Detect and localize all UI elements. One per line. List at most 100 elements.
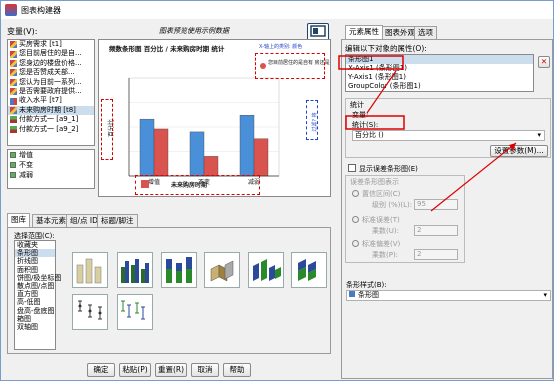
scale-variable-icon — [10, 125, 17, 133]
gallery-panel: 选择范围(C): 收藏夹 条形图 折线图 面积图 饼图/极坐标图 散点图/点图 直方图 高-低… — [7, 227, 331, 354]
variable-item[interactable]: 收入水平 [t7] — [8, 96, 94, 105]
statistics-group-label: 统计 — [350, 101, 364, 109]
gallery-simple-error-bar-thumb[interactable] — [72, 294, 108, 330]
chevron-down-icon: ▾ — [543, 291, 547, 299]
paste-button[interactable]: 粘贴(P) — [119, 363, 151, 377]
variable-label: 是否需要政府提供... — [19, 86, 82, 95]
variable-label: 收入水平 [t7] — [19, 96, 62, 105]
category-item[interactable]: 减弱 — [8, 170, 94, 180]
help-button[interactable]: 帮助 — [223, 363, 251, 377]
category-item[interactable]: 增值 — [8, 150, 94, 160]
legend-drop-title: X-轴上的类别: 颜色 — [259, 43, 302, 50]
nominal-variable-icon — [10, 78, 17, 86]
bar-style-select[interactable]: 条形图 ▾ — [346, 290, 551, 301]
variable-list[interactable]: 买房需求 [t1] 您目前居住的是自... 您身边的楼盘价格... 您是否赞成关部..… — [7, 39, 95, 146]
statistic-value: 百分比 () — [355, 131, 384, 139]
statistic-select[interactable]: 百分比 () ▾ — [352, 130, 545, 141]
tab-options[interactable]: 选项 — [414, 26, 437, 39]
standard-deviation-radio[interactable] — [352, 240, 359, 247]
gallery-category-item[interactable]: 双轴图 — [15, 323, 55, 331]
standard-deviation-label: 标准偏差(V) — [362, 240, 401, 248]
gallery-stacked-bar-thumb[interactable] — [161, 252, 197, 288]
title-bar: 图表构建器 — [1, 1, 553, 19]
gallery-3d-bar-thumb[interactable] — [204, 252, 240, 288]
variable-item[interactable]: 您身边的楼盘价格... — [8, 59, 94, 68]
y-axis-drop-zone-highlight[interactable] — [101, 99, 113, 160]
gallery-3d-stacked-bar-thumb[interactable] — [291, 252, 327, 288]
category-icon — [10, 152, 16, 158]
variable-item[interactable]: 付款方式一 [a9_2] — [8, 125, 94, 134]
chart-builder-window: 图表构建器 变量(V): 图表预览使用示例数据 买房需求 [t1] 您目前居住的是… — [0, 0, 554, 381]
bar — [189, 131, 205, 177]
object-list[interactable]: 条形图1 X-Axis1 (条形图1) Y-Axis1 (条形图1) GroupCol… — [345, 54, 534, 92]
bar-style-icon — [349, 291, 355, 297]
object-list-item[interactable]: 条形图1 — [346, 55, 533, 64]
confidence-interval-label: 置信区间(C) — [362, 190, 401, 198]
category-item[interactable]: 不变 — [8, 160, 94, 170]
bar — [253, 138, 269, 177]
gallery-category-item[interactable]: 盘高-盘底图 — [15, 307, 55, 315]
level-label: 级别 (%)(L): — [372, 201, 413, 209]
variable-item[interactable]: 是否需要政府提供... — [8, 87, 94, 96]
variable-item[interactable]: 您认为目前一系列... — [8, 78, 94, 87]
statistics-group: 统计 变量: 统计(S): 百分比 () ▾ 设置参数(M)... — [345, 98, 551, 158]
multiplier-sd-input[interactable]: 2 — [414, 249, 458, 260]
window-title: 图表构建器 — [21, 5, 61, 15]
object-list-item[interactable]: X-Axis1 (条形图1) — [346, 64, 533, 73]
element-properties-panel: 编辑以下对象的属性(O): 条形图1 X-Axis1 (条形图1) Y-Axis1 … — [341, 39, 553, 379]
reset-button[interactable]: 重置(R) — [155, 363, 187, 377]
gallery-category-item[interactable]: 面积图 — [15, 266, 55, 274]
legend-drop-zone-highlight[interactable] — [255, 53, 325, 79]
variable-item[interactable]: 您是否赞成关部... — [8, 68, 94, 77]
gallery-clustered-error-bar-thumb[interactable] — [117, 294, 153, 330]
object-list-item[interactable]: Y-Axis1 (条形图1) — [346, 73, 533, 82]
nominal-variable-icon — [10, 50, 17, 58]
variable-item[interactable]: 未来购房时期 [t8] — [8, 105, 94, 116]
delete-icon[interactable]: ✕ — [538, 56, 550, 68]
level-input[interactable]: 95 — [414, 199, 458, 210]
chart-builder-app-icon — [5, 4, 17, 16]
gallery-3d-clustered-bar-thumb[interactable] — [248, 252, 284, 288]
variable-item[interactable]: 付款方式一 [a9_1] — [8, 115, 94, 124]
show-error-bars-checkbox[interactable] — [348, 164, 356, 172]
error-bars-group: 误差条形图表示 置信区间(C) 级别 (%)(L): 95 标准误差(T) 乘数… — [345, 175, 465, 263]
gallery-category-list[interactable]: 收藏夹 条形图 折线图 面积图 饼图/极坐标图 散点图/点图 直方图 高-低图 盘高-盘底图 箱图… — [14, 240, 61, 350]
bar-style-value: 条形图 — [358, 291, 379, 299]
filter-drop-zone[interactable] — [306, 100, 318, 140]
object-list-item[interactable]: GroupColor (条形图1) — [346, 82, 533, 91]
tab-element-properties[interactable]: 元素属性 — [345, 25, 383, 39]
category-list[interactable]: 增值 不变减弱 — [7, 149, 95, 189]
tab-titles-footnotes[interactable]: 标题/脚注 — [97, 214, 138, 227]
tab-basic-elements[interactable]: 基本元素 — [32, 214, 70, 227]
tab-gallery[interactable]: 图库 — [7, 213, 30, 227]
variable-label: 付款方式一 [a9_2] — [19, 124, 79, 133]
gallery-category-item[interactable]: 箱图 — [15, 315, 55, 323]
x-axis-drop-zone-highlight[interactable] — [135, 175, 260, 195]
gallery-category-item[interactable]: 折线图 — [15, 257, 55, 265]
nominal-variable-icon — [10, 88, 17, 96]
variable-label: 付款方式一 [a9_1] — [19, 115, 79, 124]
gallery-category-item[interactable]: 饼图/极坐标图 — [15, 274, 61, 282]
standard-error-radio[interactable] — [352, 216, 359, 223]
statistic-label: 统计(S): — [352, 121, 379, 129]
gallery-category-item[interactable]: 收藏夹 — [15, 241, 55, 249]
ok-button[interactable]: 确定 — [87, 363, 115, 377]
confidence-interval-radio[interactable] — [352, 190, 359, 197]
multiplier-se-label: 乘数(U): — [372, 227, 399, 235]
error-bars-group-label: 误差条形图表示 — [350, 178, 399, 186]
variable-item[interactable]: 您目前居住的是自... — [8, 49, 94, 58]
nominal-variable-icon — [10, 59, 17, 67]
multiplier-se-input[interactable]: 2 — [414, 225, 458, 236]
gallery-category-item[interactable]: 散点图/点图 — [15, 282, 55, 290]
variable-item[interactable]: 买房需求 [t1] — [8, 40, 94, 49]
nominal-variable-icon — [10, 41, 17, 49]
gallery-category-item[interactable]: 高-低图 — [15, 298, 55, 306]
set-parameters-button[interactable]: 设置参数(M)... — [490, 145, 548, 157]
category-label: 不变 — [19, 161, 33, 169]
multiplier-sd-label: 乘数(P): — [372, 251, 399, 259]
variable-field-label: 变量: — [352, 111, 369, 119]
gallery-simple-bar-thumb[interactable] — [72, 252, 108, 288]
category-label: 减弱 — [19, 171, 33, 179]
cancel-button[interactable]: 取消 — [191, 363, 219, 377]
gallery-clustered-bar-thumb[interactable] — [117, 252, 153, 288]
